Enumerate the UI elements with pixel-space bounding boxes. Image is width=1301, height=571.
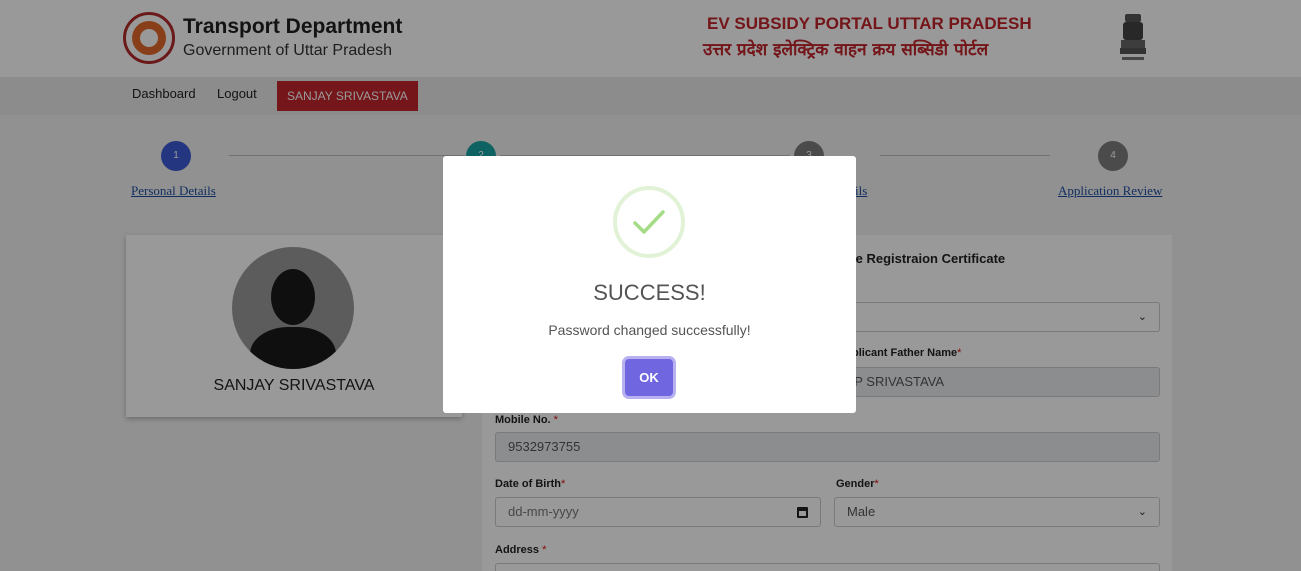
success-check-icon xyxy=(613,186,685,258)
dialog-title: SUCCESS! xyxy=(593,280,706,305)
success-dialog: SUCCESS! Password changed successfully! … xyxy=(443,156,856,413)
dialog-message: Password changed successfully! xyxy=(548,322,751,338)
ok-button[interactable]: OK xyxy=(625,359,673,396)
